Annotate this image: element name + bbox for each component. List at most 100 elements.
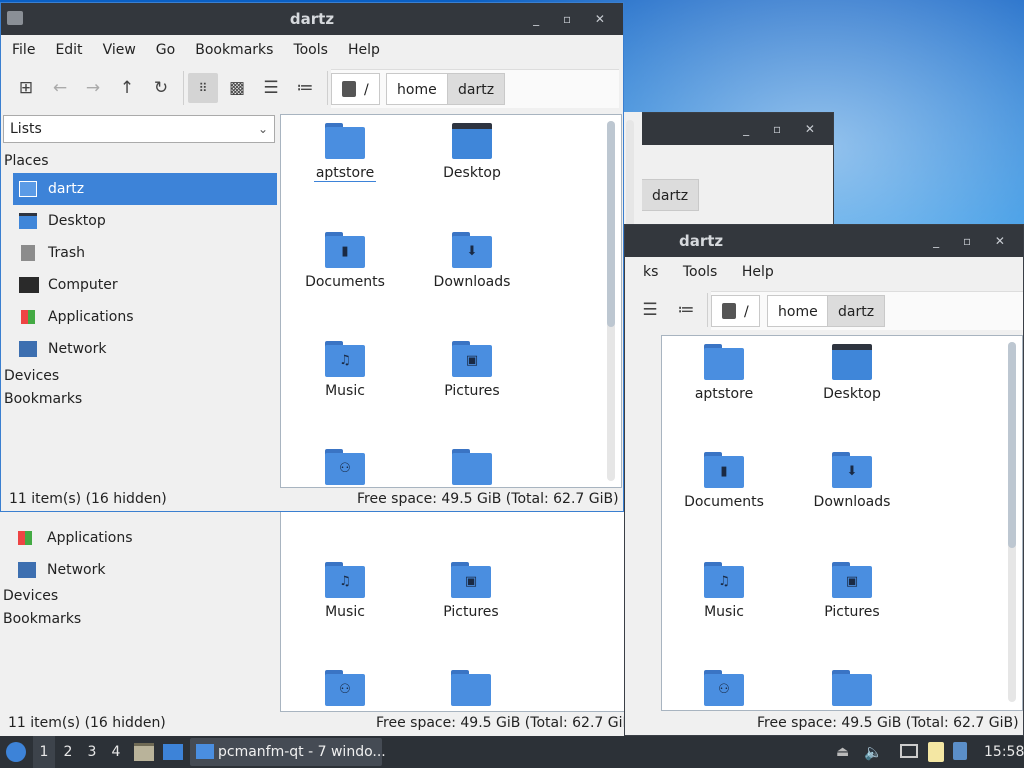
file-item[interactable]: ⬇ Downloads [792, 452, 912, 510]
file-item-public[interactable]: ⚇ [285, 449, 405, 487]
workspace-4[interactable]: 4 [105, 736, 127, 768]
bg-crumb-dartz[interactable]: dartz [641, 179, 700, 211]
bg-window-right-titlebar[interactable]: dartz _ ▫ ✕ [625, 225, 1023, 257]
file-item[interactable]: ♫ Music [285, 562, 405, 620]
menu-partial[interactable]: ks [625, 257, 668, 287]
window-controls-icon[interactable]: _ ▫ ✕ [933, 225, 1015, 257]
file-item-aptstore[interactable]: aptstore [285, 123, 405, 182]
window-controls-icon[interactable]: _ ▫ ✕ [743, 113, 825, 145]
crumb-home[interactable]: home [767, 295, 829, 327]
menu-help[interactable]: Help [338, 35, 390, 65]
file-item[interactable]: ▣ Pictures [792, 562, 912, 620]
file-manager-launcher-icon[interactable] [134, 743, 154, 761]
file-item[interactable]: ▮ Documents [664, 452, 784, 510]
icon-view-button[interactable]: ⠿ [188, 73, 218, 103]
menu-bookmarks[interactable]: Bookmarks [185, 35, 283, 65]
desktop-icon [19, 213, 37, 229]
drive-icon [722, 303, 736, 319]
bg-bookmarks-header[interactable]: Bookmarks [3, 611, 81, 627]
display-icon[interactable] [900, 744, 918, 758]
file-item[interactable]: ⚇ [285, 670, 405, 711]
up-arrow-icon[interactable]: ↑ [112, 73, 142, 103]
file-item-pictures[interactable]: ▣ Pictures [412, 341, 532, 399]
detailed-view-button[interactable]: ☰ [635, 295, 665, 325]
pictures-icon: ▣ [465, 353, 479, 368]
menu-view[interactable]: View [93, 35, 146, 65]
bg-devices-header[interactable]: Devices [3, 588, 58, 604]
eject-icon[interactable]: ⏏ [836, 736, 849, 768]
file-item-music[interactable]: ♫ Music [285, 341, 405, 399]
file-item[interactable]: ▣ Pictures [411, 562, 531, 620]
computer-icon [19, 277, 39, 293]
places-header[interactable]: Places [4, 153, 49, 169]
crumb-home[interactable]: home [386, 73, 448, 105]
bg-sidebar-item-applications[interactable]: Applications [12, 522, 274, 554]
workspace-1[interactable]: 1 [33, 736, 55, 768]
file-item[interactable]: Desktop [792, 344, 912, 402]
forward-arrow-icon[interactable]: → [78, 73, 108, 103]
list-view-button[interactable]: ≔ [671, 295, 701, 325]
file-item-desktop[interactable]: Desktop [412, 123, 532, 181]
menu-go[interactable]: Go [146, 35, 185, 65]
sidebar-item-desktop[interactable]: Desktop [13, 205, 277, 237]
scrollbar[interactable] [607, 121, 615, 481]
bg-sidebar-item-network[interactable]: Network [12, 554, 274, 586]
bookmarks-header[interactable]: Bookmarks [4, 391, 82, 407]
bg-left-status-items: 11 item(s) (16 hidden) [8, 715, 166, 731]
path-bar: / home dartz [331, 69, 619, 108]
crumb-root[interactable]: / [711, 295, 760, 327]
sidebar-mode-select[interactable]: Lists ⌄ [3, 115, 275, 143]
crumb-root[interactable]: / [331, 73, 380, 105]
file-item[interactable] [792, 670, 912, 710]
crumb-dartz[interactable]: dartz [447, 73, 506, 105]
file-view: aptstore Desktop ▮ Documents ⬇ Downloads… [280, 114, 622, 488]
menu-file[interactable]: File [1, 35, 45, 65]
file-item[interactable]: ⚇ [664, 670, 784, 710]
menu-help[interactable]: Help [732, 257, 784, 287]
sidebar-item-network[interactable]: Network [13, 333, 277, 365]
detailed-view-button[interactable]: ≔ [290, 73, 320, 103]
document-icon: ▮ [720, 464, 728, 479]
sidebar-item-computer[interactable]: Computer [13, 269, 277, 301]
user-icon: ⚇ [339, 461, 351, 476]
file-item[interactable] [411, 670, 531, 711]
thumbnail-view-button[interactable]: ▩ [222, 73, 252, 103]
scrollbar[interactable] [1008, 342, 1016, 702]
main-titlebar[interactable]: dartz _ ▫ ✕ [1, 3, 623, 35]
show-desktop-icon[interactable] [163, 744, 183, 760]
pictures-icon: ▣ [845, 574, 859, 589]
sidebar-item-trash[interactable]: Trash [13, 237, 277, 269]
music-icon: ♫ [339, 353, 351, 368]
folder-icon [196, 744, 214, 759]
back-arrow-icon[interactable]: ← [45, 73, 75, 103]
devices-header[interactable]: Devices [4, 368, 59, 384]
clock[interactable]: 15:58 [984, 736, 1024, 768]
network-icon [18, 562, 36, 578]
user-icon: ⚇ [339, 682, 351, 697]
menu-tools[interactable]: Tools [673, 257, 728, 287]
app-menu-icon[interactable] [6, 742, 26, 762]
crumb-dartz[interactable]: dartz [827, 295, 886, 327]
file-item-documents[interactable]: ▮ Documents [285, 232, 405, 290]
new-tab-icon[interactable]: ⊞ [11, 73, 41, 103]
file-item-folder[interactable] [412, 449, 532, 487]
menu-tools[interactable]: Tools [283, 35, 338, 65]
file-item[interactable]: aptstore [664, 344, 784, 402]
sidebar-item-applications[interactable]: Applications [13, 301, 277, 333]
sidebar-item-dartz[interactable]: dartz [13, 173, 277, 205]
task-pcmanfm[interactable]: pcmanfm-qt - 7 windo... [190, 738, 386, 766]
clipboard-icon[interactable] [928, 742, 944, 762]
window-controls-icon[interactable]: _ ▫ ✕ [533, 3, 615, 35]
workspace-3[interactable]: 3 [81, 736, 103, 768]
network-status-icon[interactable] [953, 742, 967, 760]
music-icon: ♫ [718, 574, 730, 589]
file-item-downloads[interactable]: ⬇ Downloads [412, 232, 532, 290]
pictures-icon: ▣ [464, 574, 478, 589]
file-item[interactable]: ♫ Music [664, 562, 784, 620]
reload-icon[interactable]: ↻ [146, 73, 176, 103]
workspace-2[interactable]: 2 [57, 736, 79, 768]
menubar: File Edit View Go Bookmarks Tools Help [1, 35, 623, 65]
menu-edit[interactable]: Edit [45, 35, 92, 65]
compact-view-button[interactable]: ☰ [256, 73, 286, 103]
volume-icon[interactable]: 🔈 [864, 736, 883, 768]
